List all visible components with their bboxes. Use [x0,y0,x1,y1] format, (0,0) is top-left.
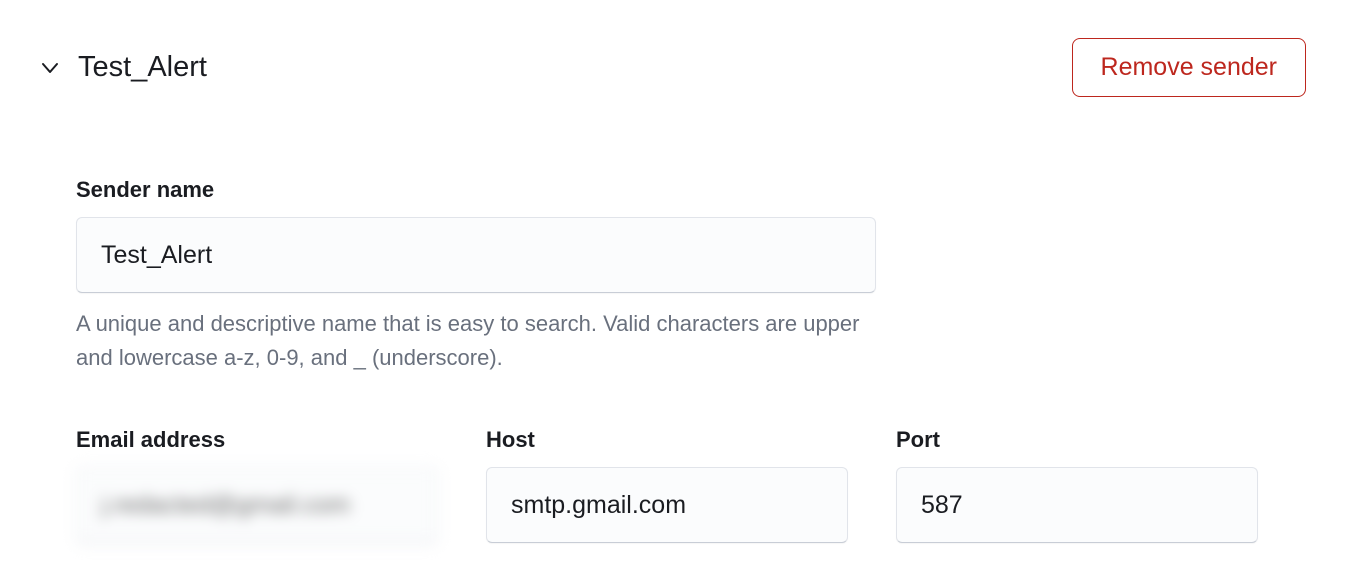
sender-title: Test_Alert [78,51,207,84]
sender-name-field: Sender name A unique and descriptive nam… [76,177,1306,375]
sender-form: Sender name A unique and descriptive nam… [40,177,1306,543]
sender-name-input[interactable] [76,217,876,293]
port-field: Port [896,427,1258,543]
sender-name-label: Sender name [76,177,1306,203]
connection-row: Email address Host Port [76,427,1306,543]
port-label: Port [896,427,1258,453]
host-label: Host [486,427,848,453]
sender-header-row: Test_Alert Remove sender [40,38,1306,97]
host-input[interactable] [486,467,848,543]
chevron-down-icon[interactable] [40,58,60,78]
remove-sender-button[interactable]: Remove sender [1072,38,1306,97]
host-field: Host [486,427,848,543]
sender-name-help: A unique and descriptive name that is ea… [76,307,866,375]
email-input[interactable] [76,467,438,543]
email-field: Email address [76,427,438,543]
sender-header-left[interactable]: Test_Alert [40,51,207,84]
email-label: Email address [76,427,438,453]
port-input[interactable] [896,467,1258,543]
